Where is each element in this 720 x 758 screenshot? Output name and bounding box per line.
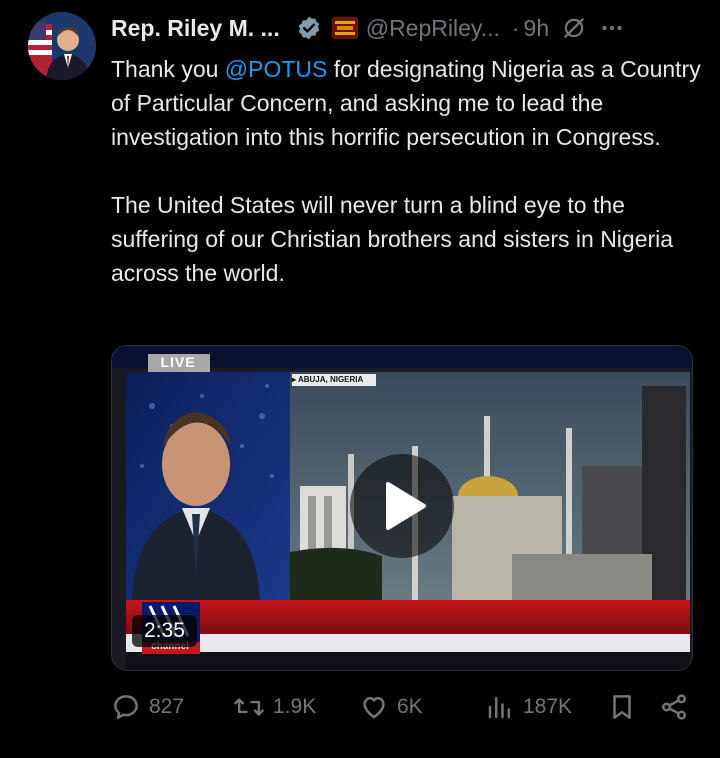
reply-count: 827 — [149, 695, 185, 718]
tweet-paragraph-1: Thank you @POTUS for designating Nigeria… — [111, 52, 701, 154]
affiliate-badge-icon[interactable] — [331, 17, 358, 39]
reply-icon — [114, 695, 138, 719]
timestamp[interactable]: 9h — [524, 15, 550, 42]
reply-button[interactable]: 827 — [111, 688, 184, 726]
bookmark-button[interactable] — [607, 688, 637, 726]
share-icon — [662, 694, 686, 720]
views-button[interactable]: 187K — [485, 688, 572, 726]
tweet-paragraph-2: The United States will never turn a blin… — [111, 192, 674, 286]
author-handle[interactable]: @RepRiley... — [366, 15, 500, 42]
video-duration: 2:35 — [132, 615, 197, 647]
tweet-text: Thank you @POTUS for designating Nigeria… — [111, 52, 701, 290]
play-icon — [386, 482, 426, 530]
avatar[interactable] — [28, 12, 96, 80]
like-count: 6K — [397, 695, 423, 718]
bookmark-icon — [613, 695, 631, 719]
like-button[interactable]: 6K — [359, 688, 423, 726]
repost-count: 1.9K — [273, 695, 317, 718]
repost-button[interactable]: 1.9K — [233, 688, 316, 726]
share-button[interactable] — [659, 688, 689, 726]
verified-badge-icon[interactable] — [296, 15, 322, 41]
mention-link[interactable]: @POTUS — [225, 56, 328, 82]
tweet-header: Rep. Riley M. ... @RepRiley... · 9h — [111, 10, 711, 46]
location-label: ▸ ABUJA, NIGERIA — [292, 375, 364, 384]
views-count: 187K — [523, 695, 573, 718]
text-segment: Thank you — [111, 56, 225, 82]
action-bar: 827 1.9K 6K 187K — [111, 688, 701, 726]
views-icon — [488, 697, 510, 719]
author-name[interactable]: Rep. Riley M. ... — [111, 15, 280, 42]
separator-dot: · — [511, 14, 520, 41]
play-button[interactable] — [350, 454, 454, 558]
live-label: LIVE — [160, 354, 196, 370]
more-icon[interactable] — [599, 15, 625, 41]
grok-icon[interactable] — [561, 15, 587, 41]
like-icon — [363, 697, 385, 719]
repost-icon — [234, 698, 264, 716]
